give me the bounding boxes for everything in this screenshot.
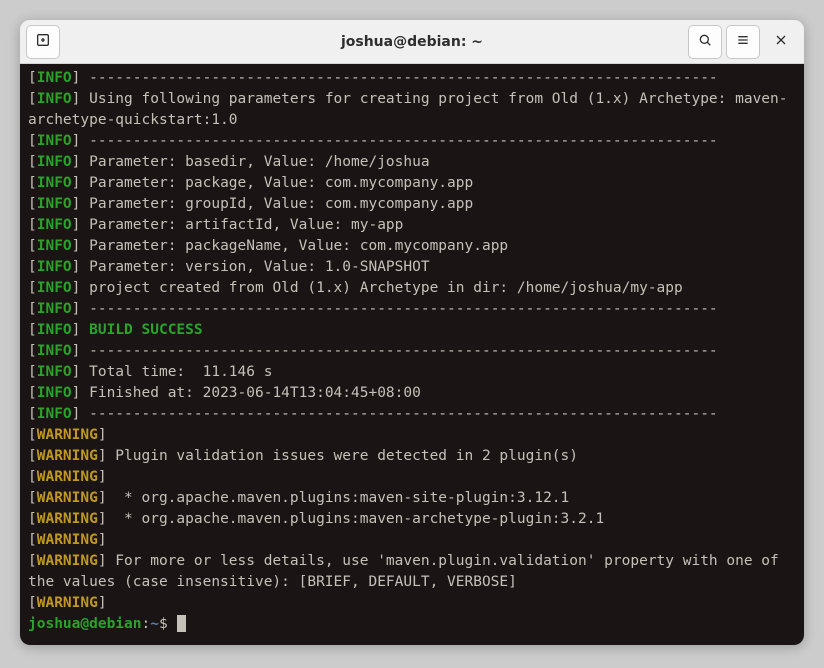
terminal-output[interactable]: [INFO] ---------------------------------… [20, 64, 804, 645]
level-warning: WARNING [37, 511, 98, 527]
new-tab-icon [35, 32, 51, 51]
level-info: INFO [37, 343, 72, 359]
hamburger-menu-icon [735, 32, 751, 51]
level-info: INFO [37, 280, 72, 296]
level-warning: WARNING [37, 595, 98, 611]
terminal-window: joshua@debian: ~ [INFO] ----------------… [20, 20, 804, 645]
log-line: [INFO] Total time: 11.146 s [28, 362, 796, 383]
new-tab-button[interactable] [26, 25, 60, 59]
close-button[interactable] [764, 25, 798, 59]
log-line: [INFO] Parameter: version, Value: 1.0-SN… [28, 257, 796, 278]
window-title: joshua@debian: ~ [20, 34, 804, 50]
log-line: [INFO] Parameter: package, Value: com.my… [28, 173, 796, 194]
prompt-line[interactable]: joshua@debian:~$ [28, 614, 796, 635]
log-line: [WARNING] For more or less details, use … [28, 551, 796, 593]
level-info: INFO [37, 175, 72, 191]
level-warning: WARNING [37, 553, 98, 569]
prompt-colon: : [142, 616, 151, 632]
prompt-path: ~ [150, 616, 159, 632]
level-info: INFO [37, 385, 72, 401]
level-info: INFO [37, 406, 72, 422]
log-line: [INFO] BUILD SUCCESS [28, 320, 796, 341]
level-info: INFO [37, 259, 72, 275]
log-line: [INFO] Parameter: artifactId, Value: my-… [28, 215, 796, 236]
level-warning: WARNING [37, 448, 98, 464]
log-line: [WARNING] Plugin validation issues were … [28, 446, 796, 467]
search-button[interactable] [688, 25, 722, 59]
log-line: [WARNING] [28, 425, 796, 446]
log-line: [WARNING] * org.apache.maven.plugins:mav… [28, 509, 796, 530]
cursor [177, 615, 186, 632]
search-icon [697, 32, 713, 51]
log-line: [INFO] ---------------------------------… [28, 131, 796, 152]
log-line: [INFO] ---------------------------------… [28, 68, 796, 89]
log-line: [INFO] Parameter: basedir, Value: /home/… [28, 152, 796, 173]
log-line: [INFO] Parameter: groupId, Value: com.my… [28, 194, 796, 215]
level-info: INFO [37, 133, 72, 149]
level-warning: WARNING [37, 469, 98, 485]
log-line: [INFO] Parameter: packageName, Value: co… [28, 236, 796, 257]
level-info: INFO [37, 196, 72, 212]
log-line: [INFO] project created from Old (1.x) Ar… [28, 278, 796, 299]
level-warning: WARNING [37, 532, 98, 548]
prompt-userhost: joshua@debian [28, 616, 142, 632]
level-info: INFO [37, 364, 72, 380]
log-line: [WARNING] [28, 530, 796, 551]
level-warning: WARNING [37, 427, 98, 443]
log-line: [WARNING] [28, 467, 796, 488]
log-line: [INFO] Using following parameters for cr… [28, 89, 796, 131]
log-line: [WARNING] * org.apache.maven.plugins:mav… [28, 488, 796, 509]
log-line: [INFO] Finished at: 2023-06-14T13:04:45+… [28, 383, 796, 404]
log-line: [INFO] ---------------------------------… [28, 404, 796, 425]
level-info: INFO [37, 238, 72, 254]
log-line: [INFO] ---------------------------------… [28, 299, 796, 320]
build-success-label: BUILD SUCCESS [89, 322, 203, 338]
menu-button[interactable] [726, 25, 760, 59]
level-info: INFO [37, 322, 72, 338]
level-info: INFO [37, 301, 72, 317]
level-info: INFO [37, 70, 72, 86]
level-warning: WARNING [37, 490, 98, 506]
close-icon [773, 32, 789, 51]
log-line: [INFO] ---------------------------------… [28, 341, 796, 362]
titlebar: joshua@debian: ~ [20, 20, 804, 64]
prompt-symbol: $ [159, 616, 176, 632]
level-info: INFO [37, 91, 72, 107]
level-info: INFO [37, 154, 72, 170]
log-line: [WARNING] [28, 593, 796, 614]
level-info: INFO [37, 217, 72, 233]
